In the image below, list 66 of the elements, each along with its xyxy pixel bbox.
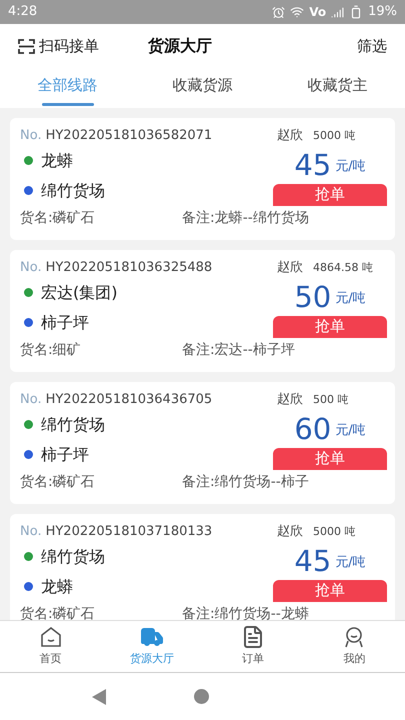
shipper-name: 赵欣 xyxy=(277,127,303,145)
price: 45 xyxy=(294,150,332,180)
order-number: HY202205181036582071 xyxy=(46,127,212,145)
grab-order-button[interactable]: 抢单 xyxy=(273,580,387,602)
order-note: 备注:绵竹货场--龙蟒 xyxy=(182,604,309,620)
home-icon xyxy=(38,625,63,650)
nav-item[interactable]: 货源大厅 xyxy=(101,621,202,672)
shipper-name: 赵欣 xyxy=(277,391,303,409)
back-icon[interactable] xyxy=(92,688,106,704)
nav-item[interactable]: 订单 xyxy=(202,621,304,672)
price-unit: 元/吨 xyxy=(335,422,366,440)
cargo-weight: 5000 吨 xyxy=(313,128,356,144)
price: 50 xyxy=(294,282,332,312)
order-note: 备注:宏达--柿子坪 xyxy=(182,340,295,360)
alarm-icon xyxy=(272,6,286,18)
tab[interactable]: 收藏货主 xyxy=(270,68,405,108)
price: 60 xyxy=(294,414,332,444)
network-label: Vo xyxy=(309,4,326,21)
grab-order-button[interactable]: 抢单 xyxy=(273,316,387,338)
wifi-icon xyxy=(290,5,304,19)
location-name: 龙蟒 xyxy=(41,576,73,598)
order-number: HY202205181036436705 xyxy=(46,391,212,409)
battery-level: 19% xyxy=(368,3,397,22)
location-name: 宏达(集团) xyxy=(41,282,118,304)
order-note: 备注:绵竹货场--柿子 xyxy=(182,472,309,492)
cargo-name: 货名:细矿 xyxy=(20,340,82,360)
grab-order-button[interactable]: 抢单 xyxy=(273,184,387,206)
order-prefix: No. xyxy=(20,127,42,145)
location-name: 柿子坪 xyxy=(41,444,89,466)
tab[interactable]: 收藏货源 xyxy=(135,68,270,108)
status-time: 4:28 xyxy=(8,3,38,22)
order-number: HY202205181037180133 xyxy=(46,523,212,541)
cargo-weight: 5000 吨 xyxy=(313,524,356,540)
location-name: 绵竹货场 xyxy=(41,546,105,568)
location-name: 龙蟒 xyxy=(41,150,73,172)
location-name: 绵竹货场 xyxy=(41,414,105,436)
nav-item[interactable]: 首页 xyxy=(0,621,102,672)
price: 45 xyxy=(294,546,332,576)
shipper-name: 赵欣 xyxy=(277,259,303,277)
order-card[interactable]: No. HY202205181036325488 赵欣 4864.58 吨 宏达(集团) 柿子坪 50 元/吨 抢单 货名:细矿 备注:宏达--柿子坪 xyxy=(10,250,395,372)
nav-item[interactable]: 我的 xyxy=(304,621,405,672)
cargo-weight: 4864.58 吨 xyxy=(313,260,374,276)
scan-icon xyxy=(18,38,35,54)
location-name: 绵竹货场 xyxy=(41,180,105,202)
cargo-name: 货名:磷矿石 xyxy=(20,208,96,228)
order-card[interactable]: No. HY202205181036582071 赵欣 5000 吨 龙蟒 绵竹货场 45 元/吨 抢单 货名:磷矿石 备注:龙蟒--绵竹货场 xyxy=(10,118,395,240)
order-card[interactable]: No. HY202205181037180133 赵欣 5000 吨 绵竹货场 龙蟒 45 元/吨 抢单 货名:磷矿石 备注:绵竹货场--龙蟒 xyxy=(10,514,395,620)
order-number: HY202205181036325488 xyxy=(46,259,212,277)
shipper-name: 赵欣 xyxy=(277,523,303,541)
cargo-name: 货名:磷矿石 xyxy=(20,604,96,620)
home-button-icon[interactable] xyxy=(194,689,209,704)
location-name: 柿子坪 xyxy=(41,312,89,334)
order-note: 备注:龙蟒--绵竹货场 xyxy=(182,208,309,228)
cargo-name: 货名:磷矿石 xyxy=(20,472,96,492)
price-unit: 元/吨 xyxy=(335,158,366,176)
price-unit: 元/吨 xyxy=(335,290,366,308)
order-prefix: No. xyxy=(20,391,42,409)
filter-button[interactable]: 筛选 xyxy=(357,34,387,58)
order-card[interactable]: No. HY202205181036436705 赵欣 500 吨 绵竹货场 柿子坪 60 元/吨 抢单 货名:磷矿石 备注:绵竹货场--柿子 xyxy=(10,382,395,504)
order-prefix: No. xyxy=(20,523,42,541)
price-unit: 元/吨 xyxy=(335,554,366,572)
grab-order-button[interactable]: 抢单 xyxy=(273,448,387,470)
cargo-weight: 500 吨 xyxy=(313,392,350,408)
scan-button[interactable]: 扫码接单 xyxy=(18,34,148,58)
order-prefix: No. xyxy=(20,259,42,277)
page-title: 货源大厅 xyxy=(148,35,213,57)
